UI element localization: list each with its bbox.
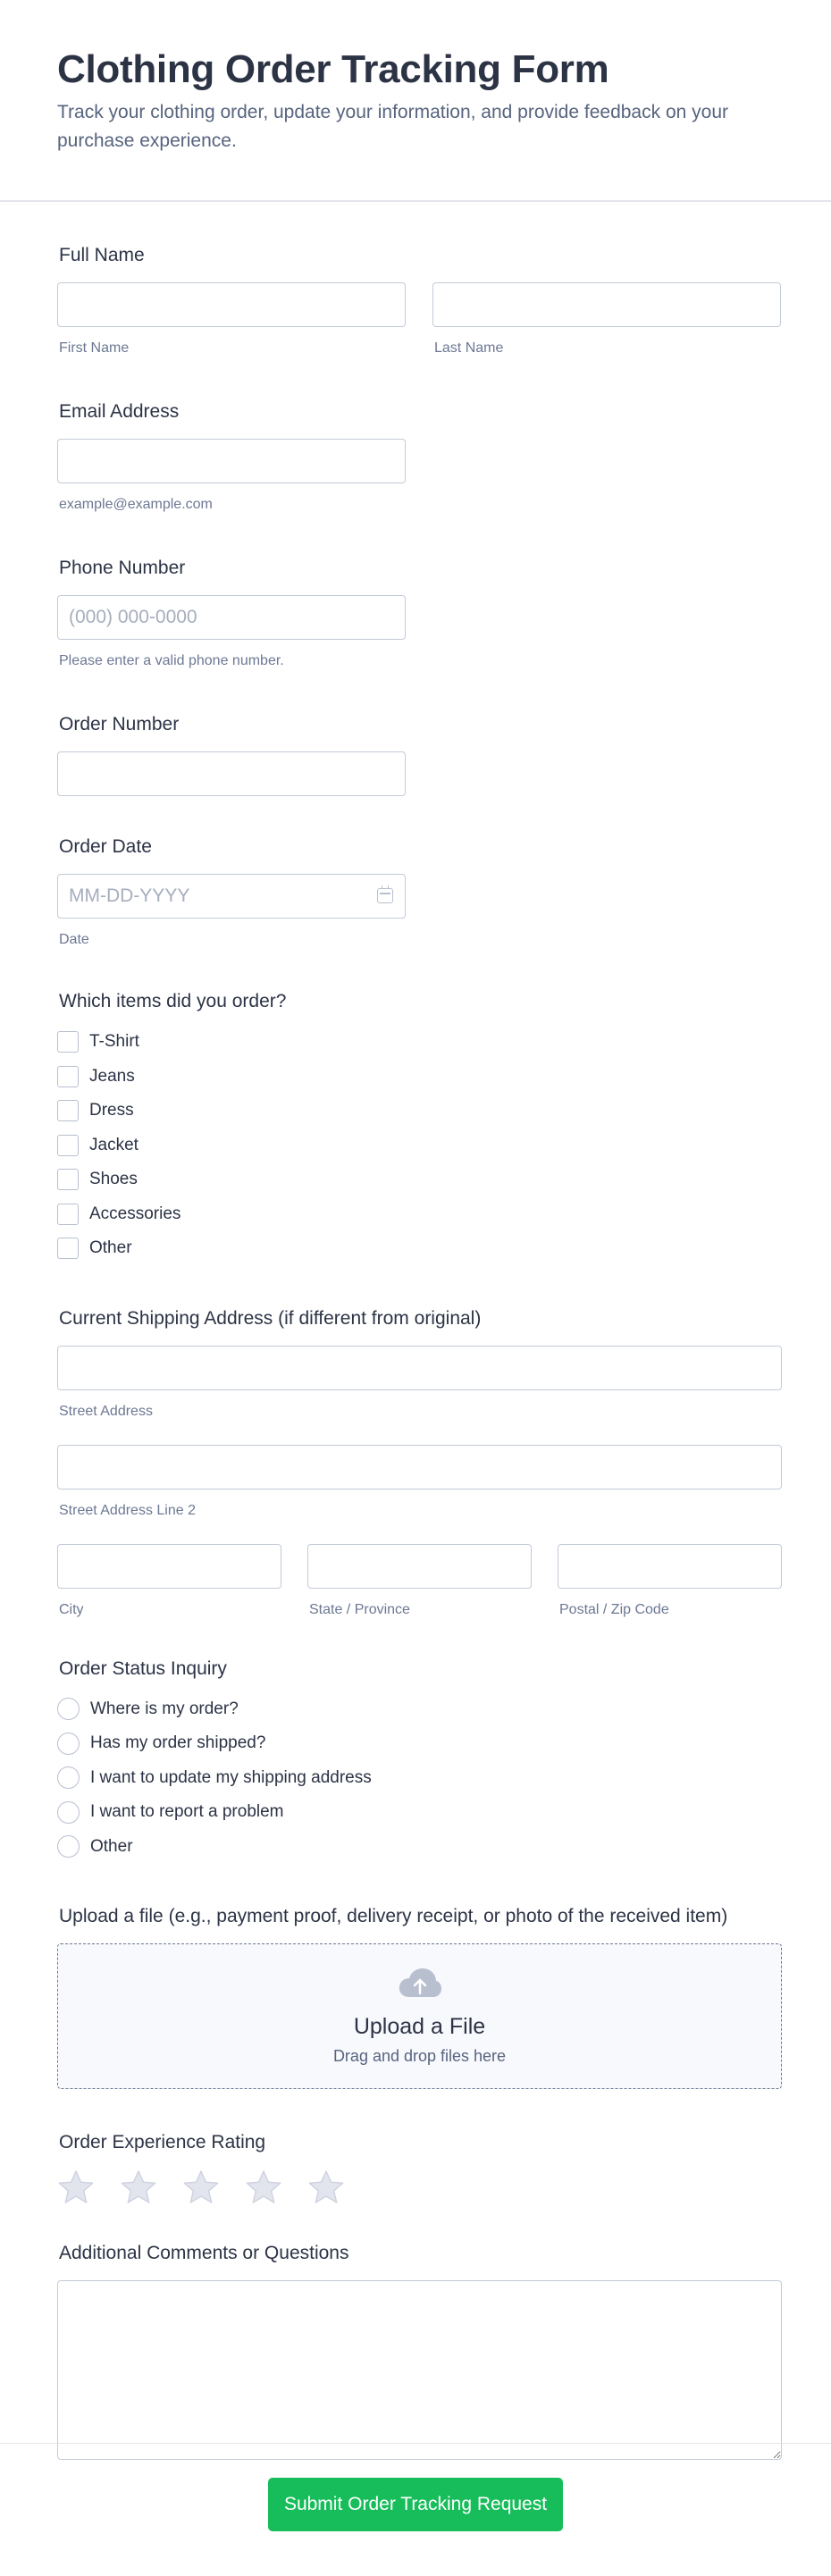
street-address-line2-sublabel: Street Address Line 2	[59, 1502, 196, 1518]
checkbox[interactable]	[57, 1238, 79, 1260]
upload-dropzone[interactable]: Upload a File Drag and drop files here	[57, 1943, 782, 2089]
cloud-upload-icon	[398, 1967, 442, 2003]
order-date-field: Order Date Date	[57, 836, 774, 948]
item-option-label: T-Shirt	[89, 1032, 139, 1052]
radio[interactable]	[57, 1698, 80, 1721]
checkbox[interactable]	[57, 1169, 79, 1191]
comments-textarea[interactable]	[57, 2280, 782, 2460]
star-icon[interactable]	[307, 2169, 345, 2205]
item-option-jacket[interactable]: Jacket	[57, 1129, 774, 1163]
street-address-line2-input[interactable]	[57, 1444, 782, 1489]
inquiry-option-label: Where is my order?	[90, 1699, 239, 1718]
page-subtitle: Track your clothing order, update your i…	[57, 102, 728, 151]
inquiry-option-label: I want to update my shipping address	[90, 1767, 372, 1787]
form-header: Clothing Order Tracking Form Track your …	[0, 0, 831, 202]
inquiry-option-other[interactable]: Other	[57, 1830, 774, 1865]
comments-field: Additional Comments or Questions	[57, 2243, 782, 2460]
inquiry-field: Order Status Inquiry Where is my order? …	[57, 1658, 774, 1865]
order-date-sublabel: Date	[59, 932, 89, 947]
order-date-input[interactable]	[57, 874, 406, 919]
item-option-dress[interactable]: Dress	[57, 1094, 774, 1129]
first-name-input[interactable]	[57, 282, 406, 327]
item-option-tshirt[interactable]: T-Shirt	[57, 1025, 774, 1060]
checkbox[interactable]	[57, 1134, 79, 1156]
star-icon[interactable]	[57, 2169, 95, 2205]
inquiry-option-label: Other	[90, 1836, 133, 1856]
item-option-label: Jacket	[89, 1135, 138, 1154]
inquiry-option-where[interactable]: Where is my order?	[57, 1692, 774, 1727]
item-option-shoes[interactable]: Shoes	[57, 1162, 774, 1197]
full-name-label: Full Name	[59, 245, 145, 265]
item-option-label: Other	[89, 1238, 132, 1258]
email-sublabel: example@example.com	[59, 497, 213, 512]
street-address-sublabel: Street Address	[59, 1403, 153, 1419]
inquiry-option-label: Has my order shipped?	[90, 1733, 266, 1753]
item-option-other[interactable]: Other	[57, 1231, 774, 1266]
phone-label: Phone Number	[59, 558, 186, 578]
order-number-input[interactable]	[57, 751, 406, 796]
item-option-label: Accessories	[89, 1204, 181, 1223]
email-field: Email Address example@example.com	[57, 401, 774, 513]
item-option-label: Shoes	[89, 1170, 138, 1189]
item-option-label: Dress	[89, 1101, 134, 1120]
order-number-field: Order Number	[57, 714, 774, 796]
inquiry-label: Order Status Inquiry	[59, 1657, 227, 1679]
last-name-input[interactable]	[432, 282, 781, 327]
phone-input[interactable]	[57, 595, 406, 640]
order-number-label: Order Number	[59, 714, 180, 734]
rating-field: Order Experience Rating	[57, 2132, 774, 2205]
star-rating	[57, 2169, 774, 2205]
phone-field: Phone Number Please enter a valid phone …	[57, 558, 774, 669]
inquiry-option-update-address[interactable]: I want to update my shipping address	[57, 1761, 774, 1796]
upload-label: Upload a file (e.g., payment proof, deli…	[59, 1906, 728, 1926]
zip-sublabel: Postal / Zip Code	[559, 1601, 669, 1617]
inquiry-option-shipped[interactable]: Has my order shipped?	[57, 1726, 774, 1761]
phone-sublabel: Please enter a valid phone number.	[59, 653, 284, 668]
radio[interactable]	[57, 1800, 80, 1824]
submit-button[interactable]: Submit Order Tracking Request	[268, 2478, 563, 2531]
last-name-sublabel: Last Name	[434, 340, 504, 356]
checkbox[interactable]	[57, 1100, 79, 1122]
items-field: Which items did you order? T-Shirt Jeans…	[57, 991, 774, 1266]
inquiry-option-report-problem[interactable]: I want to report a problem	[57, 1795, 774, 1830]
page-title: Clothing Order Tracking Form	[57, 47, 609, 91]
checkbox[interactable]	[57, 1065, 79, 1087]
item-option-accessories[interactable]: Accessories	[57, 1197, 774, 1232]
full-name-field: Full Name First Name Last Name	[57, 245, 781, 357]
radio[interactable]	[57, 1766, 80, 1790]
order-tracking-form: Full Name First Name Last Name Email Add…	[0, 202, 831, 2460]
email-input[interactable]	[57, 439, 406, 483]
checkbox[interactable]	[57, 1203, 79, 1225]
shipping-address-label: Current Shipping Address (if different f…	[59, 1307, 482, 1329]
zip-input[interactable]	[558, 1543, 782, 1589]
upload-title: Upload a File	[353, 2014, 486, 2039]
checkbox[interactable]	[57, 1031, 79, 1053]
street-address-input[interactable]	[57, 1345, 782, 1390]
shipping-address-field: Current Shipping Address (if different f…	[57, 1307, 782, 1618]
order-date-label: Order Date	[59, 836, 152, 857]
upload-field: Upload a file (e.g., payment proof, deli…	[57, 1906, 782, 2089]
item-option-jeans[interactable]: Jeans	[57, 1060, 774, 1095]
email-label: Email Address	[59, 401, 180, 422]
state-sublabel: State / Province	[309, 1601, 410, 1617]
first-name-sublabel: First Name	[59, 340, 130, 356]
star-icon[interactable]	[245, 2169, 282, 2205]
city-sublabel: City	[59, 1601, 84, 1617]
calendar-icon[interactable]	[377, 885, 393, 903]
rating-label: Order Experience Rating	[59, 2132, 266, 2152]
radio[interactable]	[57, 1732, 80, 1755]
inquiry-option-label: I want to report a problem	[90, 1802, 284, 1822]
star-icon[interactable]	[120, 2169, 157, 2205]
star-icon[interactable]	[182, 2169, 220, 2205]
comments-label: Additional Comments or Questions	[59, 2243, 349, 2263]
state-input[interactable]	[307, 1543, 532, 1589]
city-input[interactable]	[57, 1543, 281, 1589]
radio[interactable]	[57, 1835, 80, 1859]
form-footer: Submit Order Tracking Request	[0, 2443, 831, 2576]
item-option-label: Jeans	[89, 1066, 135, 1086]
items-label: Which items did you order?	[59, 991, 287, 1011]
upload-subtitle: Drag and drop files here	[332, 2047, 507, 2065]
